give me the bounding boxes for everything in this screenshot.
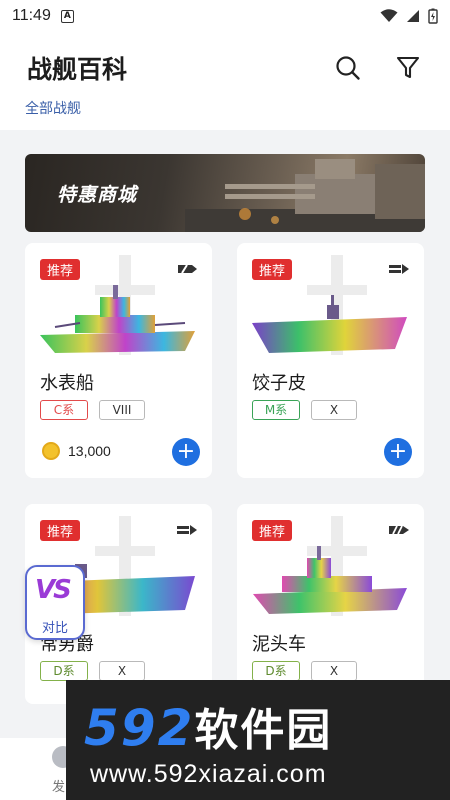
search-button[interactable] bbox=[332, 52, 364, 84]
tier-tag: VIII bbox=[99, 400, 145, 420]
filter-button[interactable] bbox=[392, 52, 424, 84]
compare-button[interactable]: VS 对比 bbox=[25, 565, 85, 640]
nation-tag: D系 bbox=[40, 661, 88, 681]
site-brand: 592软件园 bbox=[84, 694, 332, 758]
status-bar: 11:49 A bbox=[0, 0, 450, 32]
site-brand-cn: 软件园 bbox=[194, 705, 333, 756]
ship-name: 水表船 bbox=[40, 373, 94, 394]
carrier-icon bbox=[177, 525, 197, 535]
recommend-badge: 推荐 bbox=[40, 520, 81, 541]
carrier-icon bbox=[389, 264, 409, 274]
cruiser-icon bbox=[389, 525, 409, 535]
filter-icon bbox=[396, 56, 420, 79]
nation-tag: D系 bbox=[252, 661, 300, 681]
ship-name: 饺子皮 bbox=[252, 373, 306, 394]
ship-card[interactable]: 推荐 饺子皮 M系 X + bbox=[237, 243, 424, 478]
ship-image bbox=[40, 285, 195, 353]
battleship-icon bbox=[178, 264, 197, 274]
tier-tag: X bbox=[311, 661, 357, 681]
bottom-tab-label[interactable]: 发 bbox=[52, 776, 65, 795]
all-ships-link[interactable]: 全部战舰 bbox=[25, 98, 81, 118]
shop-banner[interactable]: 特惠商城 bbox=[25, 154, 425, 232]
coin-icon bbox=[42, 442, 60, 460]
add-button[interactable]: + bbox=[384, 438, 412, 466]
tier-tag: X bbox=[99, 661, 145, 681]
recommend-badge: 推荐 bbox=[40, 259, 81, 280]
ship-price: 13,000 bbox=[42, 442, 111, 460]
ship-name: 泥头车 bbox=[252, 634, 306, 655]
site-watermark-banner: 592软件园 www.592xiazai.com bbox=[66, 680, 450, 800]
app-screen: 11:49 A 战舰百科 全部战舰 特惠商城 推荐 水表船 C系 VIII 13… bbox=[0, 0, 450, 800]
nation-tag: M系 bbox=[252, 400, 300, 420]
ship-image bbox=[252, 295, 407, 353]
compare-label: 对比 bbox=[41, 621, 68, 636]
nation-tag: C系 bbox=[40, 400, 88, 420]
site-url: www.592xiazai.com bbox=[90, 760, 327, 788]
wifi-icon bbox=[380, 9, 398, 22]
recommend-badge: 推荐 bbox=[252, 259, 293, 280]
status-time: 11:49 bbox=[12, 7, 51, 24]
price-value: 13,000 bbox=[68, 443, 111, 459]
status-icons bbox=[380, 8, 438, 24]
warship-turret-art bbox=[185, 159, 425, 232]
ship-card[interactable]: 推荐 泥头车 D系 X bbox=[237, 504, 424, 704]
vs-logo-icon: VS bbox=[35, 575, 72, 605]
tier-tag: X bbox=[311, 400, 357, 420]
add-button[interactable]: + bbox=[172, 438, 200, 466]
page-title: 战舰百科 bbox=[27, 55, 128, 84]
site-brand-number: 592 bbox=[84, 699, 195, 757]
signal-icon bbox=[407, 10, 419, 22]
search-icon bbox=[336, 56, 360, 80]
accessibility-icon: A bbox=[60, 9, 74, 23]
ship-card[interactable]: 推荐 水表船 C系 VIII 13,000 + bbox=[25, 243, 212, 478]
banner-title: 特惠商城 bbox=[57, 184, 138, 206]
header: 战舰百科 全部战舰 bbox=[0, 32, 450, 130]
battery-icon bbox=[428, 8, 438, 24]
ship-image bbox=[253, 546, 407, 614]
recommend-badge: 推荐 bbox=[252, 520, 293, 541]
